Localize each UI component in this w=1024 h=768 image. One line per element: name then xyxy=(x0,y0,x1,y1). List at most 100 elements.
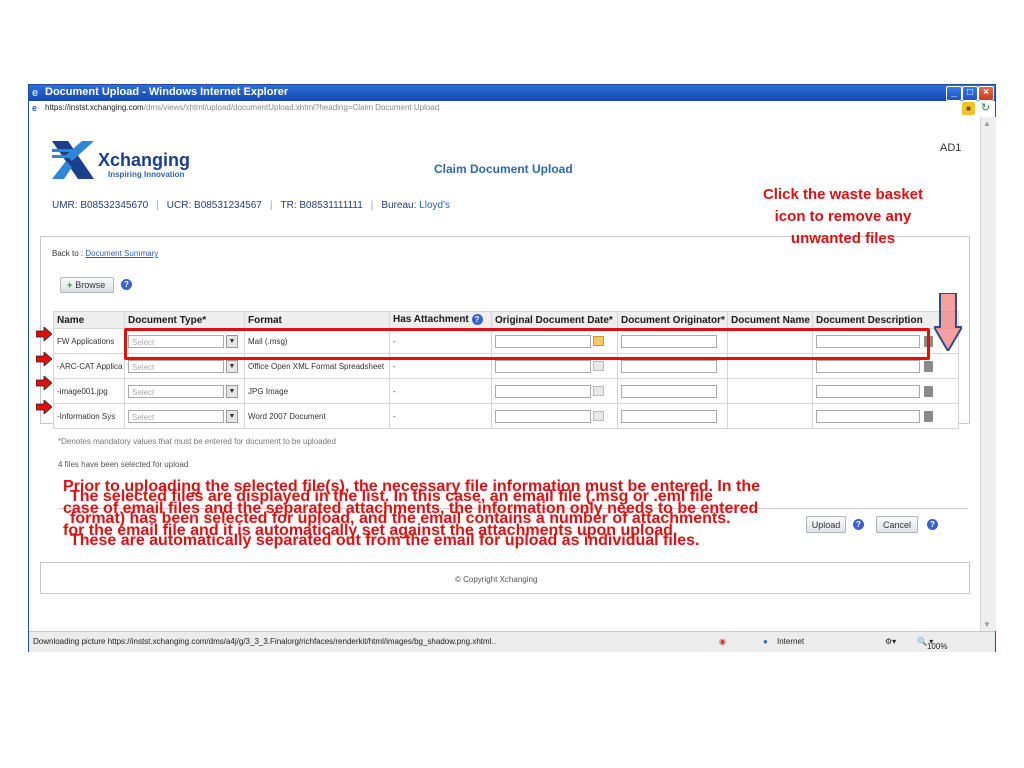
original-date-input xyxy=(495,359,591,373)
row-arrow-icon xyxy=(36,327,52,341)
refresh-icon[interactable]: ↻ xyxy=(979,102,992,115)
row-arrow-icon xyxy=(36,400,52,414)
address-url[interactable]: https://instst.xchanging.com/dms/views/x… xyxy=(45,103,439,112)
document-name-cell xyxy=(727,403,813,429)
url-path: /dms/views/xhtml/upload/documentUpload.x… xyxy=(143,103,440,112)
attachment-callout: The selected files are displayed in the … xyxy=(70,488,731,549)
originator-input xyxy=(621,359,717,373)
cancel-button[interactable]: Cancel xyxy=(876,516,918,533)
page-title: Claim Document Upload xyxy=(434,162,573,176)
description-cell xyxy=(812,403,959,429)
calendar-icon xyxy=(593,361,604,371)
user-code: AD1 xyxy=(940,142,962,154)
table-row: -Information Sys Select ▼ Word 2007 Docum… xyxy=(53,403,959,429)
window-title: Document Upload - Windows Internet Explo… xyxy=(45,86,289,98)
minimize-button[interactable]: _ xyxy=(946,86,962,101)
plus-icon: + xyxy=(67,280,73,290)
trash-callout: Click the waste basket icon to remove an… xyxy=(762,186,924,247)
original-date-input xyxy=(495,384,591,398)
protected-mode-icon[interactable]: ⚙▾ xyxy=(885,637,896,646)
zone-label: Internet xyxy=(777,637,805,646)
lock-icon[interactable]: ■ xyxy=(962,102,975,115)
address-bar[interactable]: e https://instst.xchanging.com/dms/views… xyxy=(29,101,995,118)
file-name: FW Applications xyxy=(53,328,125,354)
originator-input xyxy=(621,384,717,398)
scroll-up-icon[interactable]: ▲ xyxy=(983,119,991,128)
originator-cell xyxy=(617,403,728,429)
document-type-select: Select xyxy=(128,409,224,423)
zoom-value: 100% xyxy=(926,642,948,651)
ucr-ref: UCR: B08531234567 xyxy=(166,200,262,211)
xchanging-logo-icon xyxy=(52,141,94,179)
document-type-select: Select xyxy=(128,359,224,373)
copyright: © Copyright Xchanging xyxy=(455,575,538,584)
description-input[interactable] xyxy=(816,384,920,398)
file-name: -Information Sys xyxy=(53,403,125,429)
file-format: JPG Image xyxy=(244,378,390,404)
trash-icon[interactable] xyxy=(924,385,933,397)
globe-icon: ● xyxy=(763,637,768,646)
help-icon[interactable]: ? xyxy=(927,519,938,530)
original-date-cell xyxy=(491,403,618,429)
description-input[interactable] xyxy=(816,359,920,373)
col-header-has-attachment: Has Attachment ? xyxy=(389,311,492,329)
ie-logo-icon: e xyxy=(32,87,39,99)
security-icon[interactable]: ◉ xyxy=(719,637,726,646)
document-summary-link[interactable]: Document Summary xyxy=(85,249,158,258)
upload-button[interactable]: Upload xyxy=(806,516,846,533)
mandatory-note: *Denotes mandatory values that must be e… xyxy=(58,437,336,446)
col-header-original-date: Original Document Date* xyxy=(491,311,618,329)
bureau-label: Bureau: xyxy=(381,200,417,211)
description-cell xyxy=(812,378,959,404)
row-arrow-icon xyxy=(36,352,52,366)
chevron-down-icon: ▼ xyxy=(226,409,238,423)
down-arrow-icon xyxy=(934,293,962,351)
trash-icon[interactable] xyxy=(924,360,933,372)
file-name: -image001.jpg xyxy=(53,378,125,404)
help-icon[interactable]: ? xyxy=(853,519,864,530)
original-date-cell xyxy=(491,378,618,404)
calendar-icon xyxy=(593,411,604,421)
originator-cell xyxy=(617,378,728,404)
scroll-down-icon[interactable]: ▼ xyxy=(983,620,991,629)
logo-name: Xchanging xyxy=(98,150,191,170)
calendar-icon xyxy=(593,386,604,396)
close-button[interactable]: × xyxy=(978,86,994,101)
has-attachment-label: Has Attachment xyxy=(393,314,469,326)
title-bar[interactable]: e Document Upload - Windows Internet Exp… xyxy=(29,85,995,101)
document-type-select: Select xyxy=(128,384,224,398)
umr-ref: UMR: B08532345670 xyxy=(52,200,149,211)
col-header-name: Name xyxy=(53,311,125,329)
has-attachment: - xyxy=(389,378,492,404)
bureau-value: Lloyd's xyxy=(419,200,451,211)
help-icon[interactable]: ? xyxy=(121,279,132,290)
maximize-button[interactable]: □ xyxy=(962,86,978,101)
trash-icon[interactable] xyxy=(924,410,933,422)
document-name-cell xyxy=(727,378,813,404)
row-arrow-icon xyxy=(36,376,52,390)
page-icon: e xyxy=(32,103,38,113)
document-type-cell: Select ▼ xyxy=(124,378,245,404)
back-to-label: Back to : xyxy=(52,249,84,258)
browse-label: Browse xyxy=(75,280,106,290)
has-attachment: - xyxy=(389,403,492,429)
status-message: Downloading picture https://instst.xchan… xyxy=(33,637,496,646)
original-date-input xyxy=(495,409,591,423)
table-header-row: Name Document Type* Format Has Attachmen… xyxy=(53,311,959,329)
col-header-document-name: Document Name xyxy=(727,311,813,329)
url-host: https://instst.xchanging.com xyxy=(45,103,144,112)
chevron-down-icon: ▼ xyxy=(226,384,238,398)
highlight-box xyxy=(124,328,930,360)
chevron-down-icon: ▼ xyxy=(226,359,238,373)
breadcrumb: Back to : Document Summary xyxy=(52,249,158,258)
file-name: -ARC-CAT Applica xyxy=(53,353,125,379)
browse-button[interactable]: + Browse xyxy=(60,277,114,293)
status-bar: Downloading picture https://instst.xchan… xyxy=(29,631,995,652)
help-icon[interactable]: ? xyxy=(471,314,483,326)
zoom-level[interactable]: 🔍 100% ▾ xyxy=(917,637,947,651)
col-header-document-type: Document Type* xyxy=(124,311,245,329)
vertical-scrollbar[interactable]: ▲ ▼ xyxy=(980,117,996,631)
description-input[interactable] xyxy=(816,409,920,423)
logo-tagline: Inspiring Innovation xyxy=(108,170,185,179)
originator-input xyxy=(621,409,717,423)
